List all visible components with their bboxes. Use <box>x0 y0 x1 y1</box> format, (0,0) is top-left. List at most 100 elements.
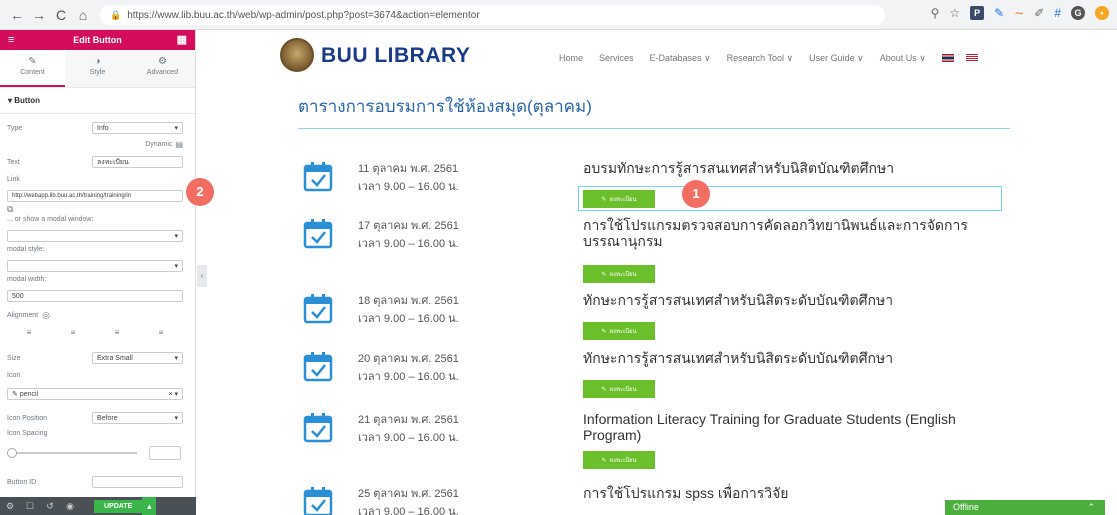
event-time: เวลา 9.00 – 16.00 น. <box>358 313 459 325</box>
pencil-icon: ✎ <box>601 386 607 393</box>
icon-position-value: Before <box>97 414 118 422</box>
annotation-badge-1: 1 <box>682 180 710 208</box>
responsive-monitor-icon[interactable]: ◎ <box>42 310 50 321</box>
size-select[interactable]: Extra Small ▾ <box>92 352 183 364</box>
register-button[interactable]: ✎ ลงทะเบียน <box>583 322 655 340</box>
register-button[interactable]: ✎ ลงทะเบียน <box>583 451 655 469</box>
settings-icon[interactable]: ⚙ <box>0 501 20 512</box>
update-button[interactable]: UPDATE <box>94 499 143 513</box>
zoom-icon[interactable]: ⚲ <box>931 6 940 20</box>
icon-spacing-input[interactable] <box>149 446 181 460</box>
nav-services[interactable]: Services <box>599 53 634 64</box>
alignment-label: Alignment <box>7 312 39 319</box>
panel-tabs: ✎ Content ◑ Style ⚙ Advanced <box>0 50 195 88</box>
align-justify-icon[interactable]: ≡ <box>159 328 164 337</box>
annotation-badge-2: 2 <box>186 178 214 206</box>
history-icon[interactable]: ↺ <box>40 501 60 512</box>
event-date: 20 ตุลาคม พ.ศ. 2561 เวลา 9.00 – 16.00 น. <box>358 350 459 386</box>
button-id-input[interactable] <box>92 476 183 488</box>
thai-flag-icon[interactable] <box>941 54 954 62</box>
calendar-check-icon <box>303 352 333 382</box>
chat-widget[interactable]: Offline ⌃ <box>945 500 1105 515</box>
register-label: ลงทะเบียน <box>609 458 637 464</box>
link-input[interactable]: http://webapp.lib.buu.ac.th/training/tra… <box>7 190 183 202</box>
selected-widget-outline <box>578 186 1002 211</box>
event-title: การใช้โปรแกรม spss เพื่อการวิจัย <box>583 485 789 501</box>
link-label: Link <box>7 176 20 183</box>
icon-position-select[interactable]: Before ▾ <box>92 412 183 424</box>
modal-window-select[interactable]: ▾ <box>7 230 183 242</box>
modal-window-label: ... or show a modal window: <box>7 216 94 223</box>
nav-user-guide[interactable]: User Guide ∨ <box>809 53 864 64</box>
event-title: อบรมทักษะการรู้สารสนเทศสำหรับนิสิตบัณฑิต… <box>583 160 895 176</box>
preview-eye-icon[interactable]: ◉ <box>60 501 80 512</box>
back-icon[interactable]: ← <box>6 7 28 23</box>
navigator-icon[interactable]: ☐ <box>20 501 40 512</box>
editor-panel: ≡ Edit Button ▦ ✎ Content ◑ Style ⚙ Adva… <box>0 30 196 515</box>
register-label: ลงทะเบียน <box>609 329 637 335</box>
page-title: ตารางการอบรมการใช้ห้องสมุด(ตุลาคม) <box>298 97 592 116</box>
register-button[interactable]: ✎ ลงทะเบียน <box>583 265 655 283</box>
pencil-icon: ✎ <box>28 56 37 67</box>
chat-status: Offline <box>953 502 979 512</box>
tab-style[interactable]: ◑ Style <box>65 50 130 87</box>
pencil-icon: ✎ <box>601 328 607 335</box>
lock-icon: 🔒 <box>110 9 122 20</box>
event-day: 17 ตุลาคม พ.ศ. 2561 <box>358 220 459 232</box>
chevron-down-icon: ▾ <box>174 263 178 270</box>
register-button[interactable]: ✎ ลงทะเบียน <box>583 380 655 398</box>
align-center-icon[interactable]: ≡ <box>71 328 76 337</box>
event-title: การใช้โปรแกรมตรวจสอบการคัดลอกวิทยานิพนธ์… <box>583 217 968 249</box>
calendar-check-icon <box>303 294 333 324</box>
type-select[interactable]: Info ▾ <box>92 122 183 134</box>
extension-orange-icon[interactable]: • <box>1095 6 1109 20</box>
icon-value: pencil <box>19 391 39 398</box>
address-bar[interactable]: 🔒 https://www.lib.buu.ac.th/web/wp-admin… <box>100 5 885 25</box>
text-input[interactable]: ลงทะเบียน <box>92 156 183 168</box>
section-button-toggle[interactable]: ▾ Button <box>0 88 195 114</box>
bookmark-star-icon[interactable]: ☆ <box>949 6 960 20</box>
event-time: เวลา 9.00 – 16.00 น. <box>358 238 459 250</box>
nav-home[interactable]: Home <box>559 53 583 64</box>
event-time: เวลา 9.00 – 16.00 น. <box>358 371 459 383</box>
site-logo-text[interactable]: BUU LIBRARY <box>321 44 470 68</box>
home-icon[interactable]: ⌂ <box>72 7 94 23</box>
panel-collapse-handle[interactable]: ‹ <box>197 265 207 287</box>
align-left-icon[interactable]: ≡ <box>27 328 32 337</box>
profile-avatar-icon[interactable]: G <box>1071 6 1085 20</box>
extension-swoosh-icon[interactable]: ∼ <box>1014 6 1024 20</box>
chevron-down-icon: ▾ <box>174 355 178 362</box>
university-seal-logo[interactable] <box>280 38 314 72</box>
pencil-icon: ✎ <box>601 271 607 278</box>
align-right-icon[interactable]: ≡ <box>115 328 120 337</box>
update-options-icon[interactable]: ▴ <box>142 497 157 515</box>
extension-pen-icon[interactable]: ✎ <box>994 6 1004 20</box>
calendar-check-icon <box>303 219 333 249</box>
modal-style-select[interactable]: ▾ <box>7 260 183 272</box>
extension-hash-icon[interactable]: # <box>1054 6 1061 20</box>
nav-e-databases[interactable]: E-Databases ∨ <box>650 53 711 64</box>
widgets-grid-icon[interactable]: ▦ <box>177 33 187 46</box>
icon-spacing-slider[interactable] <box>7 448 137 458</box>
tab-label: Advanced <box>146 69 179 76</box>
tab-label: Content <box>20 69 45 76</box>
hamburger-menu-icon[interactable]: ≡ <box>8 34 14 46</box>
link-settings-icon[interactable]: ⧉ <box>7 204 13 215</box>
clear-chevron-icon[interactable]: × ▾ <box>168 390 178 398</box>
icon-select[interactable]: ✎ pencil × ▾ <box>7 388 183 400</box>
slider-handle[interactable] <box>7 448 17 458</box>
extension-p-icon[interactable]: P <box>970 6 985 20</box>
nav-about-us[interactable]: About Us ∨ <box>880 53 926 64</box>
forward-icon[interactable]: → <box>28 7 50 23</box>
extension-feather-icon[interactable]: ✐ <box>1034 6 1044 20</box>
database-icon[interactable]: ▤ <box>175 140 183 149</box>
tab-advanced[interactable]: ⚙ Advanced <box>130 50 195 87</box>
tab-content[interactable]: ✎ Content <box>0 50 65 87</box>
us-flag-icon[interactable] <box>965 54 978 62</box>
tab-label: Style <box>89 69 106 76</box>
text-label: Text <box>7 158 20 166</box>
reload-icon[interactable]: C <box>50 7 72 23</box>
size-value: Extra Small <box>97 354 133 362</box>
nav-research-tool[interactable]: Research Tool ∨ <box>727 53 793 64</box>
modal-width-input[interactable]: 500 <box>7 290 183 302</box>
